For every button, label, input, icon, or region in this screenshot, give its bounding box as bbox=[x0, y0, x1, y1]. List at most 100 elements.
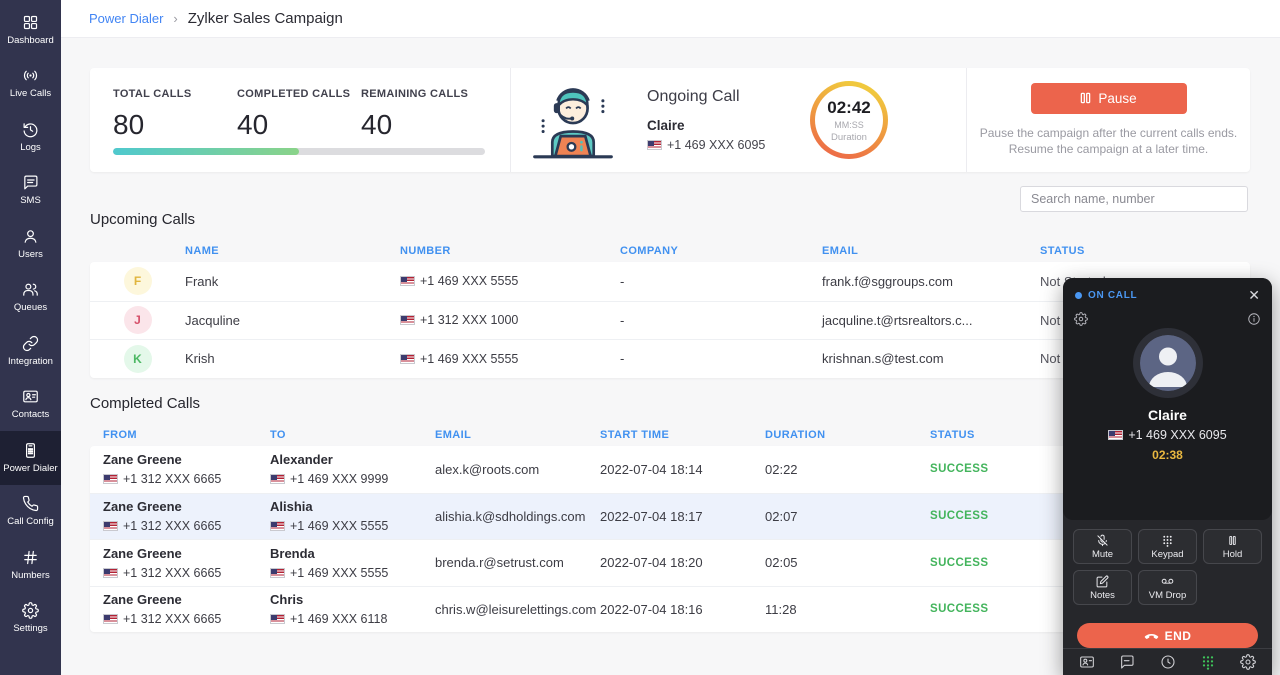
widget-settings-gear-icon[interactable] bbox=[1074, 312, 1088, 326]
call-screen: ON CALL ✕ Claire +1 469 XXX 6095 02:38 bbox=[1063, 278, 1272, 520]
contact-name: Frank bbox=[185, 274, 400, 289]
contact-email: alishia.k@sdholdings.com bbox=[435, 509, 600, 524]
ongoing-call-section: Ongoing Call Claire +1 469 XXX 6095 02:4… bbox=[510, 68, 966, 172]
sidebar-label: Contacts bbox=[12, 409, 50, 420]
contact-company: - bbox=[620, 274, 822, 289]
sidebar-label: Queues bbox=[14, 302, 47, 313]
callee-avatar bbox=[1133, 328, 1203, 398]
search-row bbox=[1020, 186, 1248, 212]
pause-description: Pause the campaign after the current cal… bbox=[980, 125, 1237, 157]
contact-email: alex.k@roots.com bbox=[435, 462, 600, 477]
column-header-email: EMAIL bbox=[435, 429, 600, 441]
contacts-card-icon bbox=[22, 388, 39, 405]
contact-email: brenda.r@setrust.com bbox=[435, 555, 600, 570]
contact-company: - bbox=[620, 313, 822, 328]
us-flag-icon bbox=[270, 568, 285, 578]
contact-email: frank.f@sggroups.com bbox=[822, 274, 1040, 289]
sidebar-item-numbers[interactable]: Numbers bbox=[0, 538, 61, 592]
ongoing-call-name: Claire bbox=[647, 118, 765, 133]
sidebar-item-call-config[interactable]: Call Config bbox=[0, 485, 61, 539]
pause-icon bbox=[1080, 92, 1091, 104]
notes-edit-icon bbox=[1096, 575, 1109, 588]
chat-icon[interactable] bbox=[1119, 654, 1135, 670]
sidebar-item-contacts[interactable]: Contacts bbox=[0, 378, 61, 432]
contact-number: +1 469 XXX 5555 bbox=[420, 274, 518, 288]
avatar: J bbox=[124, 306, 152, 334]
campaign-summary-card: TOTAL CALLS 80 COMPLETED CALLS 40 REMAIN… bbox=[90, 68, 1250, 172]
start-time: 2022-07-04 18:20 bbox=[600, 555, 765, 570]
sidebar-label: Live Calls bbox=[10, 88, 51, 99]
duration: 02:07 bbox=[765, 509, 930, 524]
to-number: +1 469 XXX 9999 bbox=[290, 472, 388, 486]
sidebar-item-dashboard[interactable]: Dashboard bbox=[0, 3, 61, 57]
column-header-email: EMAIL bbox=[822, 245, 1040, 257]
call-duration-caption: Duration bbox=[831, 132, 867, 143]
stat-total-calls: TOTAL CALLS 80 bbox=[113, 88, 237, 141]
dashboard-icon bbox=[22, 14, 39, 31]
history-clock-icon[interactable] bbox=[1160, 654, 1176, 670]
call-duration-value: 02:42 bbox=[827, 98, 870, 118]
person-silhouette-icon bbox=[1140, 335, 1196, 391]
breadcrumb-separator: › bbox=[173, 11, 177, 26]
callee-name: Claire bbox=[1063, 407, 1272, 423]
sidebar-label: Integration bbox=[8, 356, 53, 367]
contacts-card-icon[interactable] bbox=[1079, 654, 1095, 670]
call-elapsed-time: 02:38 bbox=[1063, 448, 1272, 462]
stats-section: TOTAL CALLS 80 COMPLETED CALLS 40 REMAIN… bbox=[90, 68, 510, 172]
sidebar-item-power-dialer[interactable]: Power Dialer bbox=[0, 431, 61, 485]
stat-completed-calls: COMPLETED CALLS 40 bbox=[237, 88, 361, 141]
top-bar: Power Dialer › Zylker Sales Campaign bbox=[61, 0, 1280, 38]
widget-bottom-bar bbox=[1063, 648, 1272, 675]
us-flag-icon bbox=[270, 521, 285, 531]
us-flag-icon bbox=[103, 568, 118, 578]
integration-link-icon bbox=[22, 335, 39, 352]
on-call-status-label: ON CALL bbox=[1088, 290, 1137, 301]
contact-number: +1 469 XXX 5555 bbox=[420, 352, 518, 366]
sidebar-item-logs[interactable]: Logs bbox=[0, 110, 61, 164]
breadcrumb-link-power-dialer[interactable]: Power Dialer bbox=[89, 11, 163, 26]
contact-name: Jacquline bbox=[185, 313, 400, 328]
info-icon[interactable] bbox=[1247, 312, 1261, 326]
sidebar-item-sms[interactable]: SMS bbox=[0, 164, 61, 218]
call-widget: ON CALL ✕ Claire +1 469 XXX 6095 02:38 M… bbox=[1063, 278, 1272, 675]
campaign-progress-fill bbox=[113, 148, 299, 155]
avatar: K bbox=[124, 345, 152, 373]
notes-button[interactable]: Notes bbox=[1073, 570, 1132, 605]
end-call-button[interactable]: END bbox=[1077, 623, 1258, 648]
column-header-number: NUMBER bbox=[400, 245, 620, 257]
settings-gear-icon[interactable] bbox=[1240, 654, 1256, 670]
hold-pause-icon bbox=[1226, 534, 1239, 547]
call-duration-unit: MM:SS bbox=[834, 120, 864, 130]
sidebar-item-users[interactable]: Users bbox=[0, 217, 61, 271]
dialpad-icon[interactable] bbox=[1200, 654, 1216, 670]
to-name: Brenda bbox=[270, 546, 435, 561]
logs-history-icon bbox=[22, 121, 39, 138]
sidebar-item-settings[interactable]: Settings bbox=[0, 592, 61, 646]
keypad-icon bbox=[1161, 534, 1174, 547]
vm-drop-button[interactable]: VM Drop bbox=[1138, 570, 1197, 605]
ongoing-call-number: +1 469 XXX 6095 bbox=[667, 138, 765, 152]
close-icon[interactable]: ✕ bbox=[1248, 288, 1260, 302]
start-time: 2022-07-04 18:17 bbox=[600, 509, 765, 524]
from-name: Zane Greene bbox=[103, 452, 270, 467]
mute-mic-icon bbox=[1096, 534, 1109, 547]
page-title: Zylker Sales Campaign bbox=[188, 10, 343, 27]
sidebar-item-queues[interactable]: Queues bbox=[0, 271, 61, 325]
pause-button[interactable]: Pause bbox=[1031, 83, 1187, 114]
mute-button[interactable]: Mute bbox=[1073, 529, 1132, 564]
search-input[interactable] bbox=[1020, 186, 1248, 212]
column-header-from: FROM bbox=[103, 429, 270, 441]
from-number: +1 312 XXX 6665 bbox=[123, 519, 221, 533]
sidebar-label: Logs bbox=[20, 142, 41, 153]
sidebar-label: Call Config bbox=[7, 516, 53, 527]
call-actions: Mute Keypad Hold Notes VM Drop bbox=[1063, 520, 1272, 605]
avatar: F bbox=[124, 267, 152, 295]
sidebar-item-integration[interactable]: Integration bbox=[0, 324, 61, 378]
hold-button[interactable]: Hold bbox=[1203, 529, 1262, 564]
ongoing-call-title: Ongoing Call bbox=[647, 88, 765, 106]
sidebar-item-live-calls[interactable]: Live Calls bbox=[0, 57, 61, 111]
keypad-button[interactable]: Keypad bbox=[1138, 529, 1197, 564]
call-duration-ring: 02:42 MM:SS Duration bbox=[810, 81, 888, 159]
sidebar-label: Numbers bbox=[11, 570, 50, 581]
contact-email: krishnan.s@test.com bbox=[822, 351, 1040, 366]
